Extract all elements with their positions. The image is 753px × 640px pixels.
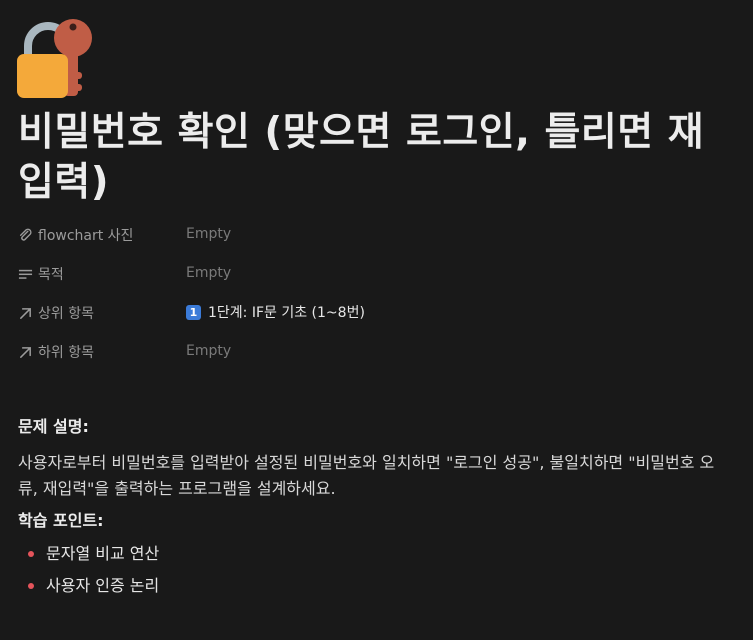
paperclip-icon: [19, 228, 32, 241]
problem-description[interactable]: 사용자로부터 비밀번호를 입력받아 설정된 비밀번호와 일치하면 "로그인 성공…: [18, 450, 733, 502]
page-icon[interactable]: [16, 18, 96, 100]
property-value[interactable]: Empty: [186, 339, 231, 363]
list-item[interactable]: 사용자 인증 논리: [18, 570, 733, 602]
problem-heading[interactable]: 문제 설명:: [18, 414, 733, 440]
property-flowchart-photo[interactable]: flowchart 사진 Empty: [18, 222, 733, 261]
list-item[interactable]: 문자열 비교 연산: [18, 538, 733, 570]
lock-with-key-icon: [17, 19, 92, 98]
arrow-up-right-icon: [20, 346, 31, 358]
property-label[interactable]: 목적: [18, 261, 186, 287]
learning-points-heading[interactable]: 학습 포인트:: [18, 508, 733, 534]
arrow-up-right-icon: [20, 307, 31, 319]
property-value[interactable]: Empty: [186, 261, 231, 285]
property-purpose[interactable]: 목적 Empty: [18, 261, 733, 300]
parent-item-title: 1단계: IF문 기초 (1~8번): [208, 305, 365, 321]
properties-panel: flowchart 사진 Empty 목적 Empty 상위 항목 1 1단계:…: [18, 222, 733, 378]
parent-item-link[interactable]: 1 1단계: IF문 기초 (1~8번): [186, 300, 365, 324]
property-value[interactable]: Empty: [186, 222, 231, 246]
property-label-text: 목적: [38, 267, 64, 283]
property-label[interactable]: 하위 항목: [18, 339, 186, 365]
property-label[interactable]: 상위 항목: [18, 300, 186, 326]
text-lines-icon: [18, 269, 33, 279]
property-parent-item[interactable]: 상위 항목 1 1단계: IF문 기초 (1~8번): [18, 300, 733, 339]
keycap-1-icon: 1: [186, 304, 201, 320]
property-child-item[interactable]: 하위 항목 Empty: [18, 339, 733, 378]
page-title[interactable]: 비밀번호 확인 (맞으면 로그인, 틀리면 재입력): [18, 108, 733, 208]
property-label-text: flowchart 사진: [38, 228, 134, 244]
property-label-text: 하위 항목: [38, 345, 94, 361]
learning-points-list: 문자열 비교 연산 사용자 인증 논리: [18, 538, 733, 602]
property-label[interactable]: flowchart 사진: [18, 222, 186, 248]
property-label-text: 상위 항목: [38, 306, 94, 322]
page-content: 문제 설명: 사용자로부터 비밀번호를 입력받아 설정된 비밀번호와 일치하면 …: [18, 414, 733, 602]
